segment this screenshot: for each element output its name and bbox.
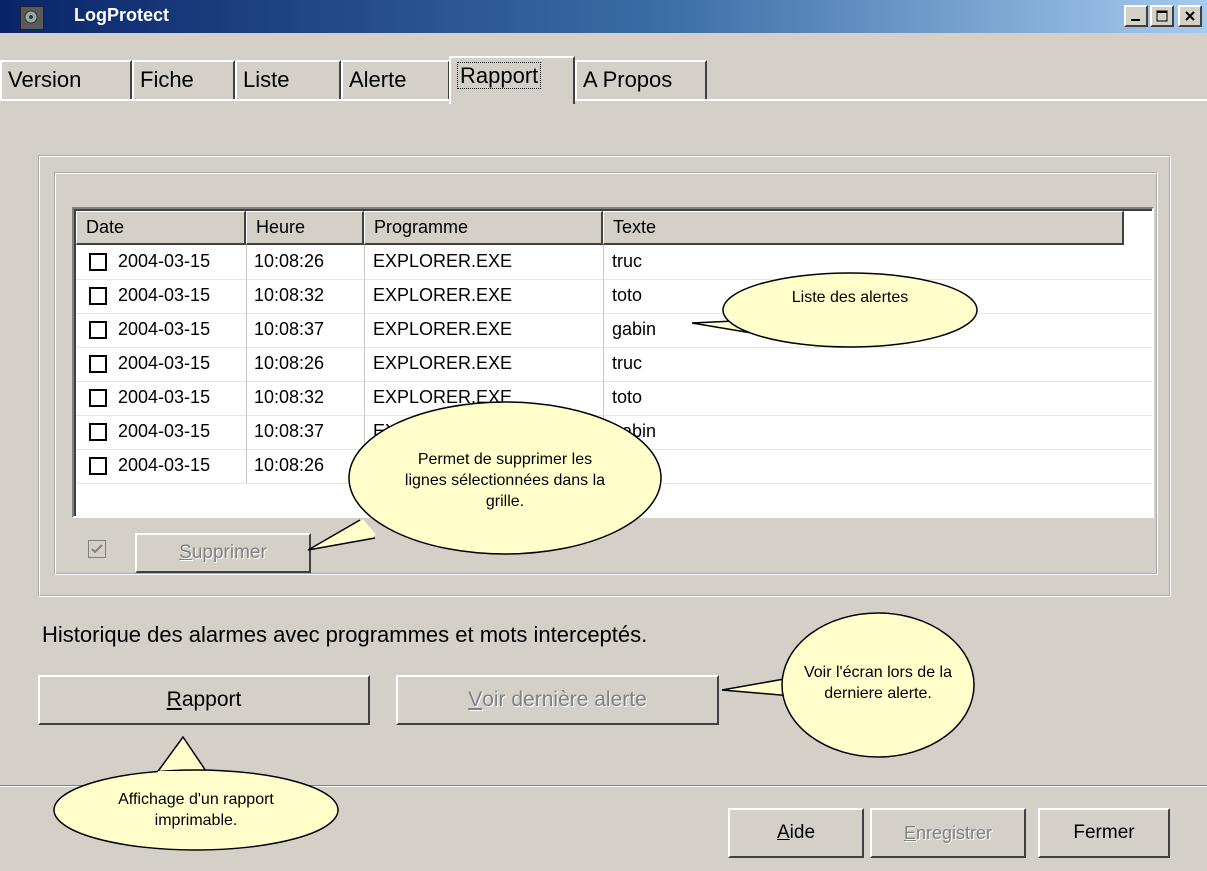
rapport-mnemonic: R — [166, 688, 182, 711]
fermer-button[interactable]: Fermer — [1038, 808, 1170, 858]
cell-programme: EXPLORER.EXE — [373, 353, 513, 373]
column-separator — [246, 313, 247, 347]
maximize-button[interactable] — [1150, 5, 1174, 27]
tab-fiche[interactable]: Fiche — [132, 60, 235, 100]
callout-text: Liste des alertes — [791, 288, 909, 306]
close-button[interactable] — [1178, 5, 1202, 27]
tab-label: Liste — [243, 67, 290, 92]
cell-date: 2004-03-15 — [118, 285, 211, 305]
voir-derniere-alerte-button[interactable]: Voir dernière alerte — [396, 675, 719, 725]
tab-rapport[interactable]: Rapport — [449, 56, 575, 104]
table-row[interactable]: 2004-03-15 10:08:37 EXPLORER.EXE gabin — [76, 313, 1152, 348]
cell-date: 2004-03-15 — [118, 319, 211, 339]
cell-programme: EXPLORER.EXE — [373, 285, 513, 305]
aide-label: ide — [789, 822, 816, 843]
app-icon — [20, 6, 44, 30]
row-checkbox[interactable] — [89, 389, 107, 407]
row-checkbox[interactable] — [89, 321, 107, 339]
rapport-label: apport — [181, 688, 242, 711]
column-header-programme[interactable]: Programme — [364, 211, 603, 245]
column-separator — [246, 245, 247, 279]
cell-date: 2004-03-15 — [118, 387, 211, 407]
cell-date: 2004-03-15 — [118, 251, 211, 271]
supprimer-button[interactable]: Supprimer — [135, 533, 311, 573]
column-separator — [246, 449, 247, 483]
tab-label: Version — [8, 67, 82, 92]
column-separator — [603, 245, 604, 279]
cell-programme: EXPLORER.EXE — [373, 319, 513, 339]
column-header-texte[interactable]: Texte — [603, 211, 1124, 245]
callout-voir-ecran: Voir l'écran lors de la derniere alerte. — [718, 610, 978, 760]
column-separator — [246, 279, 247, 313]
column-header-heure[interactable]: Heure — [246, 211, 364, 245]
select-all-checkbox[interactable] — [88, 540, 106, 558]
column-separator — [603, 279, 604, 313]
column-separator — [364, 347, 365, 381]
tab-a-propos[interactable]: A Propos — [575, 60, 707, 100]
cell-texte: truc — [612, 353, 643, 373]
callout-text: Voir l'écran lors de la derniere alerte. — [803, 664, 952, 702]
voir-label: oir dernière alerte — [482, 688, 647, 711]
row-checkbox[interactable] — [89, 355, 107, 373]
tab-alerte[interactable]: Alerte — [341, 60, 450, 100]
check-icon — [91, 544, 103, 554]
cell-date: 2004-03-15 — [118, 353, 211, 373]
window-title: LogProtect — [74, 5, 170, 25]
voir-mnemonic: V — [468, 688, 483, 711]
tab-version[interactable]: Version — [0, 60, 132, 100]
cell-programme: EXPLORER.EXE — [373, 251, 513, 271]
column-separator — [603, 347, 604, 381]
supprimer-label: upprimer — [191, 542, 267, 563]
cell-heure: 10:08:26 — [254, 251, 325, 271]
callout-liste-des-alertes: Liste des alertes — [690, 265, 990, 385]
column-separator — [364, 313, 365, 347]
cell-heure: 10:08:32 — [254, 285, 325, 305]
tab-label: A Propos — [583, 67, 673, 92]
tab-label: Alerte — [349, 67, 407, 92]
description-text: Historique des alarmes avec programmes e… — [42, 622, 648, 647]
callout-affichage: Affichage d'un rapport imprimable. — [48, 732, 348, 856]
cell-heure: 10:08:37 — [254, 319, 325, 339]
minimize-button[interactable] — [1124, 5, 1148, 27]
tab-strip-edge — [0, 99, 1207, 101]
enregistrer-label: nregistrer — [915, 822, 993, 843]
supprimer-mnemonic: S — [179, 542, 192, 563]
table-row[interactable]: 2004-03-15 10:08:26 EXPLORER.EXE truc — [76, 245, 1152, 280]
row-checkbox[interactable] — [89, 253, 107, 271]
aide-mnemonic: A — [776, 822, 790, 843]
callout-supprimer: Permet de supprimer les lignes sélection… — [300, 400, 670, 570]
column-separator — [246, 415, 247, 449]
cell-texte: toto — [612, 285, 643, 305]
column-separator — [364, 245, 365, 279]
column-header-date[interactable]: Date — [76, 211, 246, 245]
cell-heure: 10:08:26 — [254, 353, 325, 373]
cell-date: 2004-03-15 — [118, 421, 211, 441]
rapport-button[interactable]: Rapport — [38, 675, 370, 725]
column-separator — [603, 313, 604, 347]
row-checkbox[interactable] — [89, 287, 107, 305]
tab-label: Fiche — [140, 67, 194, 92]
table-row[interactable]: 2004-03-15 10:08:32 EXPLORER.EXE toto — [76, 279, 1152, 314]
cell-date: 2004-03-15 — [118, 455, 211, 475]
column-separator — [364, 279, 365, 313]
column-separator — [246, 381, 247, 415]
title-bar[interactable]: LogProtect — [0, 0, 1207, 33]
row-checkbox[interactable] — [89, 423, 107, 441]
column-separator — [246, 347, 247, 381]
tab-label: Rapport — [457, 62, 542, 89]
callout-text: Permet de supprimer les lignes sélection… — [404, 450, 606, 510]
tab-liste[interactable]: Liste — [235, 60, 341, 100]
cell-texte: truc — [612, 251, 643, 271]
enregistrer-button[interactable]: Enregistrer — [870, 808, 1026, 858]
aide-button[interactable]: Aide — [728, 808, 864, 858]
table-row[interactable]: 2004-03-15 10:08:26 EXPLORER.EXE truc — [76, 347, 1152, 382]
row-checkbox[interactable] — [89, 457, 107, 475]
callout-text: Affichage d'un rapport imprimable. — [118, 791, 274, 829]
enregistrer-mnemonic: E — [903, 822, 916, 843]
cell-texte: gabin — [612, 319, 657, 339]
